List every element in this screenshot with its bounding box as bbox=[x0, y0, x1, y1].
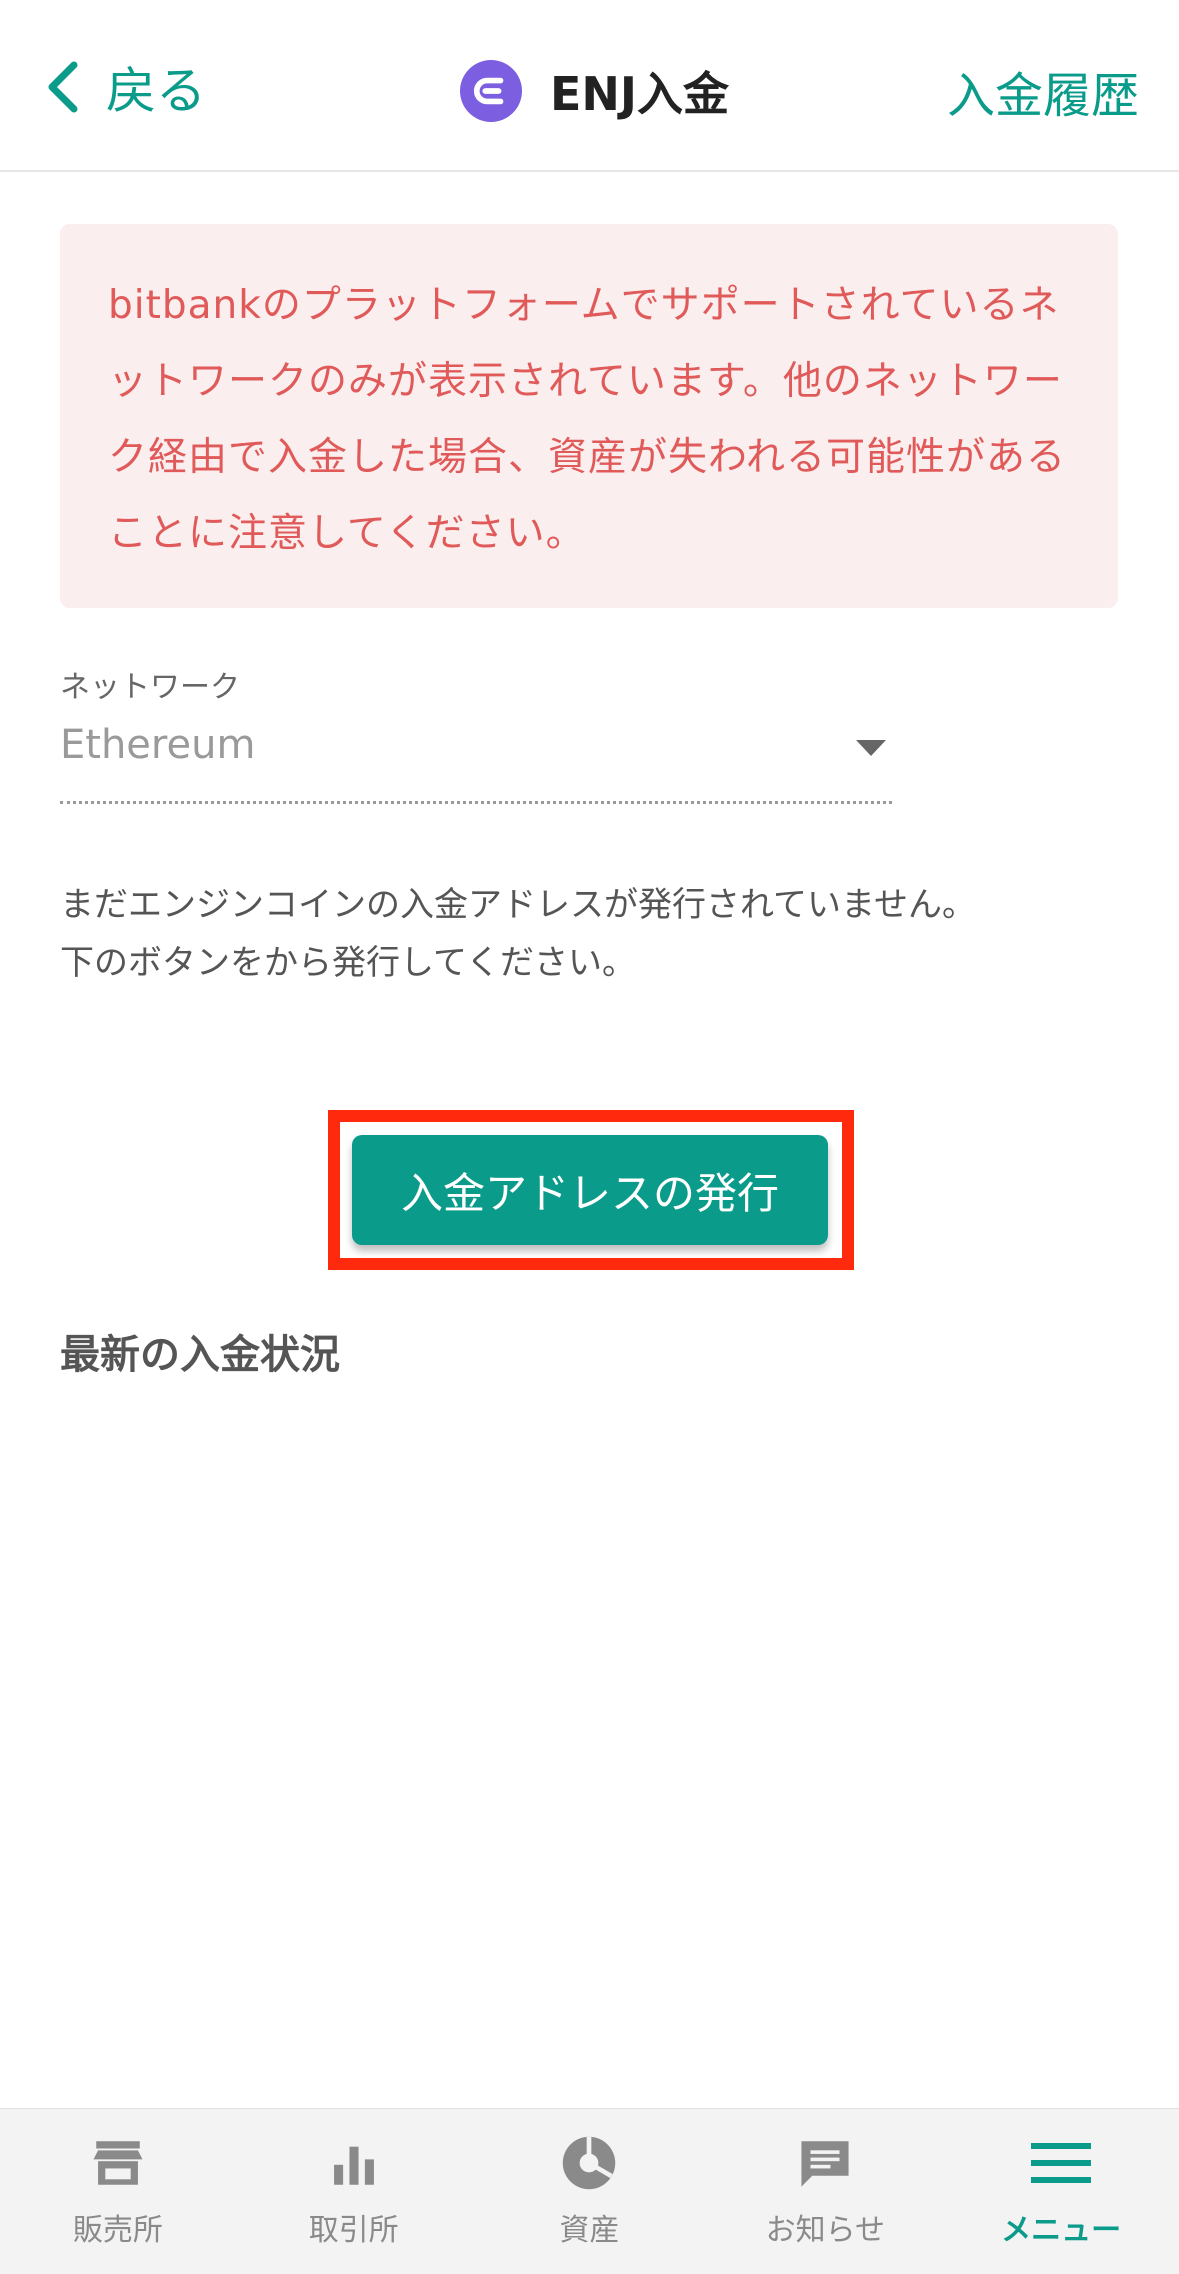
info-line-1: まだエンジンコインの入金アドレスが発行されていません。 bbox=[60, 885, 976, 925]
info-line-2: 下のボタンをから発行してください。 bbox=[60, 943, 636, 983]
network-select[interactable]: Ethereum bbox=[60, 712, 892, 804]
enjin-logo-icon bbox=[460, 60, 522, 122]
nav-label-menu: メニュー bbox=[1001, 2213, 1122, 2248]
nav-label-assets: 資産 bbox=[559, 2213, 620, 2248]
back-button[interactable]: 戻る bbox=[44, 52, 206, 122]
nav-label-news: お知らせ bbox=[765, 2213, 885, 2248]
network-warning-notice: bitbankのプラットフォームでサポートされているネットワークのみが表示されて… bbox=[60, 224, 1118, 608]
nav-item-store[interactable]: 販売所 bbox=[0, 2109, 236, 2274]
bar-chart-icon bbox=[322, 2131, 386, 2195]
latest-deposit-status-title: 最新の入金状況 bbox=[60, 1332, 340, 1378]
address-not-issued-message: まだエンジンコインの入金アドレスが発行されていません。 下のボタンをから発行して… bbox=[60, 876, 1120, 992]
back-label: 戻る bbox=[106, 62, 206, 120]
chevron-left-icon bbox=[48, 61, 78, 113]
bottom-nav: 販売所 取引所 資産 お知らせ メニュー bbox=[0, 2108, 1179, 2274]
network-field-label: ネットワーク bbox=[60, 670, 240, 705]
nav-item-exchange[interactable]: 取引所 bbox=[236, 2109, 472, 2274]
nav-item-news[interactable]: お知らせ bbox=[707, 2109, 943, 2274]
warning-text: bitbankのプラットフォームでサポートされているネットワークのみが表示されて… bbox=[108, 283, 1067, 556]
nav-item-assets[interactable]: 資産 bbox=[472, 2109, 708, 2274]
nav-label-store: 販売所 bbox=[72, 2213, 163, 2248]
nav-label-exchange: 取引所 bbox=[308, 2213, 399, 2248]
issue-deposit-address-button[interactable]: 入金アドレスの発行 bbox=[352, 1135, 828, 1245]
page-title-group: ENJ入金 bbox=[460, 56, 729, 126]
message-icon bbox=[793, 2131, 857, 2195]
caret-down-icon bbox=[856, 740, 886, 756]
nav-item-menu[interactable]: メニュー bbox=[943, 2109, 1179, 2274]
network-selected-value: Ethereum bbox=[60, 722, 256, 768]
menu-icon bbox=[1029, 2131, 1093, 2195]
store-icon bbox=[86, 2131, 150, 2195]
header-bar: 戻る ENJ入金 入金履歴 bbox=[0, 0, 1179, 172]
page-title: ENJ入金 bbox=[550, 67, 730, 121]
deposit-history-link[interactable]: 入金履歴 bbox=[947, 56, 1139, 126]
pie-chart-icon bbox=[557, 2131, 621, 2195]
